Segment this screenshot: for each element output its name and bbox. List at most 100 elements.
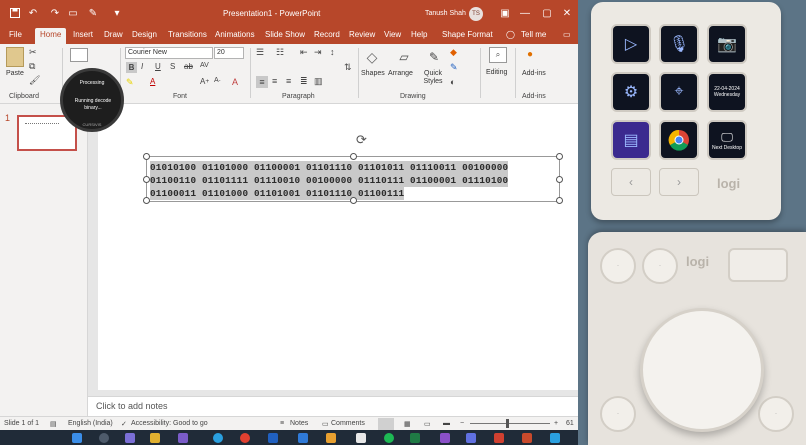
- align-center-icon[interactable]: ≡: [272, 76, 277, 86]
- font-name-box[interactable]: Courier New: [125, 47, 213, 59]
- tab-transitions[interactable]: Transitions: [168, 30, 207, 39]
- zoom-in-icon[interactable]: +: [554, 420, 558, 427]
- tab-record[interactable]: Record: [314, 30, 340, 39]
- arrange-icon[interactable]: ▱: [394, 47, 414, 67]
- search-icon[interactable]: [99, 433, 109, 443]
- pen-icon[interactable]: ✎: [86, 6, 100, 20]
- app-icon[interactable]: [494, 433, 504, 443]
- customize-toolbar-icon[interactable]: ▾: [110, 6, 124, 20]
- chrome-icon[interactable]: [240, 433, 250, 443]
- undo-icon[interactable]: ↶: [26, 6, 40, 20]
- zoom-out-icon[interactable]: −: [460, 420, 464, 427]
- underline-icon[interactable]: U: [155, 62, 161, 71]
- ribbon-display-icon[interactable]: ▣: [498, 6, 512, 20]
- italic-icon[interactable]: I: [141, 62, 143, 71]
- zoom-level[interactable]: 61: [566, 420, 574, 427]
- excel-icon[interactable]: [410, 433, 420, 443]
- resize-handle[interactable]: [350, 197, 357, 204]
- copy-icon[interactable]: ⧉: [29, 61, 35, 72]
- resize-handle[interactable]: [556, 176, 563, 183]
- binary-text[interactable]: 01010100 01101000 01100001 01101110 0110…: [150, 161, 509, 200]
- tab-design[interactable]: Design: [132, 30, 157, 39]
- line-spacing-icon[interactable]: ↕: [330, 47, 335, 57]
- rotate-handle-icon[interactable]: ⟳: [356, 132, 367, 148]
- quick-styles-icon[interactable]: ✎: [424, 47, 444, 67]
- app-icon[interactable]: [550, 433, 560, 443]
- find-icon[interactable]: ⌕: [489, 47, 507, 63]
- resize-handle[interactable]: [556, 197, 563, 204]
- minimize-icon[interactable]: —: [518, 6, 532, 20]
- tab-home[interactable]: Home: [35, 28, 67, 44]
- tab-draw[interactable]: Draw: [104, 30, 123, 39]
- spellcheck-icon[interactable]: ▤: [50, 420, 57, 428]
- tab-insert[interactable]: Insert: [73, 30, 93, 39]
- new-slide-icon[interactable]: [70, 48, 88, 62]
- comments-button[interactable]: Comments: [331, 420, 365, 427]
- reading-view-icon[interactable]: ▭: [424, 420, 431, 428]
- resize-handle[interactable]: [350, 153, 357, 160]
- tab-view[interactable]: View: [384, 30, 401, 39]
- text-box[interactable]: 01010100 01101000 01100001 01101110 0110…: [143, 153, 563, 204]
- strikethrough-icon[interactable]: ab: [184, 62, 193, 71]
- editing-label[interactable]: Editing: [486, 69, 507, 76]
- char-spacing-icon[interactable]: AV: [200, 62, 209, 69]
- shadow-icon[interactable]: S: [170, 62, 175, 71]
- resize-handle[interactable]: [143, 197, 150, 204]
- paste-label[interactable]: Paste: [6, 70, 24, 77]
- save-icon[interactable]: [8, 6, 22, 20]
- paste-icon[interactable]: [6, 47, 24, 67]
- app-icon[interactable]: [466, 433, 476, 443]
- tab-review[interactable]: Review: [349, 30, 375, 39]
- teams-icon[interactable]: [125, 433, 135, 443]
- justify-icon[interactable]: ≣: [300, 76, 308, 87]
- spotify-icon[interactable]: [384, 433, 394, 443]
- arrange-label[interactable]: Arrange: [388, 70, 413, 77]
- onenote-icon[interactable]: [440, 433, 450, 443]
- notes-button[interactable]: Notes: [290, 420, 308, 427]
- outlook-icon[interactable]: [268, 433, 278, 443]
- text-direction-icon[interactable]: ⇅: [344, 62, 352, 73]
- numbering-icon[interactable]: ☷: [276, 47, 284, 58]
- increase-font-icon[interactable]: A +: [200, 77, 209, 86]
- word-icon[interactable]: [298, 433, 308, 443]
- resize-handle[interactable]: [556, 153, 563, 160]
- start-icon[interactable]: [72, 433, 82, 443]
- redo-icon[interactable]: ↷: [48, 6, 62, 20]
- columns-icon[interactable]: ▥: [314, 76, 323, 87]
- slideshow-view-icon[interactable]: ▬: [443, 420, 450, 427]
- font-size-box[interactable]: 20: [214, 47, 244, 59]
- shapes-label[interactable]: Shapes: [361, 70, 385, 77]
- shape-fill-icon[interactable]: ◆: [450, 47, 457, 58]
- cut-icon[interactable]: ✂: [29, 47, 37, 58]
- tab-animations[interactable]: Animations: [215, 30, 255, 39]
- bullets-icon[interactable]: ☰: [256, 47, 264, 58]
- edge-icon[interactable]: [213, 433, 223, 443]
- bold-icon[interactable]: B: [126, 62, 137, 73]
- zoom-slider[interactable]: [470, 423, 550, 424]
- resize-handle[interactable]: [143, 176, 150, 183]
- tab-slideshow[interactable]: Slide Show: [265, 30, 305, 39]
- shape-effects-icon[interactable]: ◐: [450, 77, 455, 87]
- slide-sorter-icon[interactable]: ▦: [404, 420, 411, 428]
- app-icon[interactable]: [178, 433, 188, 443]
- resize-handle[interactable]: [143, 153, 150, 160]
- addins-label[interactable]: Add-ins: [522, 70, 546, 77]
- close-icon[interactable]: ✕: [560, 6, 574, 20]
- align-right-icon[interactable]: ≡: [286, 76, 291, 86]
- app-icon[interactable]: [356, 433, 366, 443]
- shapes-icon[interactable]: ◇: [362, 47, 382, 67]
- addins-icon[interactable]: ●: [527, 49, 533, 60]
- notes-pane[interactable]: Click to add notes: [88, 396, 578, 416]
- lightbulb-icon[interactable]: ◯: [506, 30, 515, 39]
- language-status[interactable]: English (India): [68, 420, 113, 427]
- comments-icon[interactable]: ▭: [563, 30, 571, 39]
- tab-file[interactable]: File: [9, 30, 22, 39]
- user-avatar[interactable]: TS: [469, 7, 483, 21]
- tell-me[interactable]: Tell me: [521, 30, 546, 39]
- shape-outline-icon[interactable]: ✎: [450, 62, 458, 73]
- app-icon[interactable]: [326, 433, 336, 443]
- quick-styles-label[interactable]: Quick Styles: [422, 70, 444, 86]
- increase-indent-icon[interactable]: ⇥: [314, 47, 322, 58]
- format-painter-icon[interactable]: 🖌: [29, 75, 40, 86]
- tab-help[interactable]: Help: [411, 30, 427, 39]
